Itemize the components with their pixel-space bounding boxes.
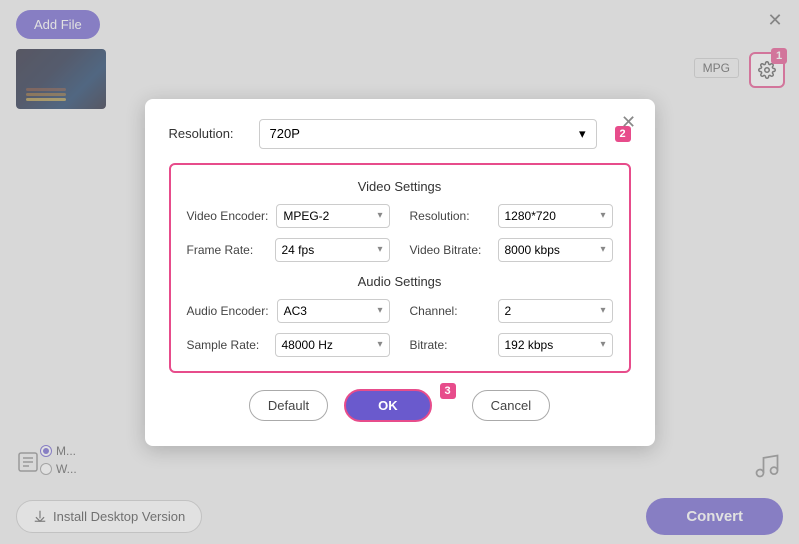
- video-settings-title: Video Settings: [187, 179, 613, 194]
- chevron-down-icon: ▾: [600, 339, 605, 350]
- video-bitrate-row: Video Bitrate: 8000 kbps ▾: [410, 238, 613, 262]
- channel-select[interactable]: 2 ▾: [498, 299, 613, 323]
- video-bitrate-select[interactable]: 8000 kbps ▾: [498, 238, 613, 262]
- frame-rate-label: Frame Rate:: [187, 243, 267, 257]
- sample-rate-row: Sample Rate: 48000 Hz ▾: [187, 333, 390, 357]
- app-background: Add File ✕ MPG 1 M... W...: [0, 0, 799, 544]
- chevron-down-icon: ▾: [600, 210, 605, 221]
- settings-box: Video Settings Video Encoder: MPEG-2 ▾ R…: [169, 163, 631, 373]
- video-encoder-value: MPEG-2: [283, 209, 329, 223]
- audio-encoder-value: AC3: [284, 304, 307, 318]
- step3-badge: 3: [440, 383, 456, 399]
- chevron-down-icon: ▾: [377, 210, 382, 221]
- chevron-down-icon: ▾: [377, 305, 382, 316]
- default-button[interactable]: Default: [249, 390, 328, 421]
- video-resolution-value: 1280*720: [505, 209, 556, 223]
- sample-rate-select[interactable]: 48000 Hz ▾: [275, 333, 390, 357]
- frame-rate-row: Frame Rate: 24 fps ▾: [187, 238, 390, 262]
- ok-button[interactable]: OK: [344, 389, 432, 422]
- chevron-down-icon: ▾: [377, 339, 382, 350]
- audio-settings-grid: Audio Encoder: AC3 ▾ Channel: 2 ▾: [187, 299, 613, 357]
- modal-close-icon[interactable]: ✕: [617, 111, 641, 135]
- video-bitrate-value: 8000 kbps: [505, 243, 560, 257]
- audio-encoder-row: Audio Encoder: AC3 ▾: [187, 299, 390, 323]
- chevron-down-icon: ▾: [579, 126, 586, 142]
- video-bitrate-label: Video Bitrate:: [410, 243, 490, 257]
- video-settings-grid: Video Encoder: MPEG-2 ▾ Resolution: 1280…: [187, 204, 613, 262]
- audio-encoder-label: Audio Encoder:: [187, 304, 269, 318]
- frame-rate-value: 24 fps: [282, 243, 315, 257]
- video-encoder-label: Video Encoder:: [187, 209, 269, 223]
- channel-value: 2: [505, 304, 512, 318]
- resolution-row: Resolution: 720P ▾ 2: [169, 119, 631, 149]
- audio-settings-title: Audio Settings: [187, 274, 613, 289]
- audio-encoder-select[interactable]: AC3 ▾: [277, 299, 390, 323]
- modal-overlay: ✕ Resolution: 720P ▾ 2 Video Settings Vi…: [0, 0, 799, 544]
- modal-actions: Default OK 3 Cancel: [169, 389, 631, 422]
- chevron-down-icon: ▾: [600, 244, 605, 255]
- sample-rate-label: Sample Rate:: [187, 338, 267, 352]
- resolution-value: 720P: [270, 126, 300, 141]
- video-resolution-label: Resolution:: [410, 209, 490, 223]
- chevron-down-icon: ▾: [600, 305, 605, 316]
- cancel-button[interactable]: Cancel: [472, 390, 550, 421]
- frame-rate-select[interactable]: 24 fps ▾: [275, 238, 390, 262]
- resolution-label: Resolution:: [169, 126, 249, 141]
- resolution-select[interactable]: 720P ▾: [259, 119, 597, 149]
- audio-bitrate-label: Bitrate:: [410, 338, 490, 352]
- audio-bitrate-select[interactable]: 192 kbps ▾: [498, 333, 613, 357]
- audio-bitrate-row: Bitrate: 192 kbps ▾: [410, 333, 613, 357]
- channel-label: Channel:: [410, 304, 490, 318]
- settings-modal: ✕ Resolution: 720P ▾ 2 Video Settings Vi…: [145, 99, 655, 446]
- chevron-down-icon: ▾: [377, 244, 382, 255]
- audio-bitrate-value: 192 kbps: [505, 338, 554, 352]
- channel-row: Channel: 2 ▾: [410, 299, 613, 323]
- video-encoder-select[interactable]: MPEG-2 ▾: [276, 204, 389, 228]
- video-resolution-row: Resolution: 1280*720 ▾: [410, 204, 613, 228]
- sample-rate-value: 48000 Hz: [282, 338, 333, 352]
- video-resolution-select[interactable]: 1280*720 ▾: [498, 204, 613, 228]
- video-encoder-row: Video Encoder: MPEG-2 ▾: [187, 204, 390, 228]
